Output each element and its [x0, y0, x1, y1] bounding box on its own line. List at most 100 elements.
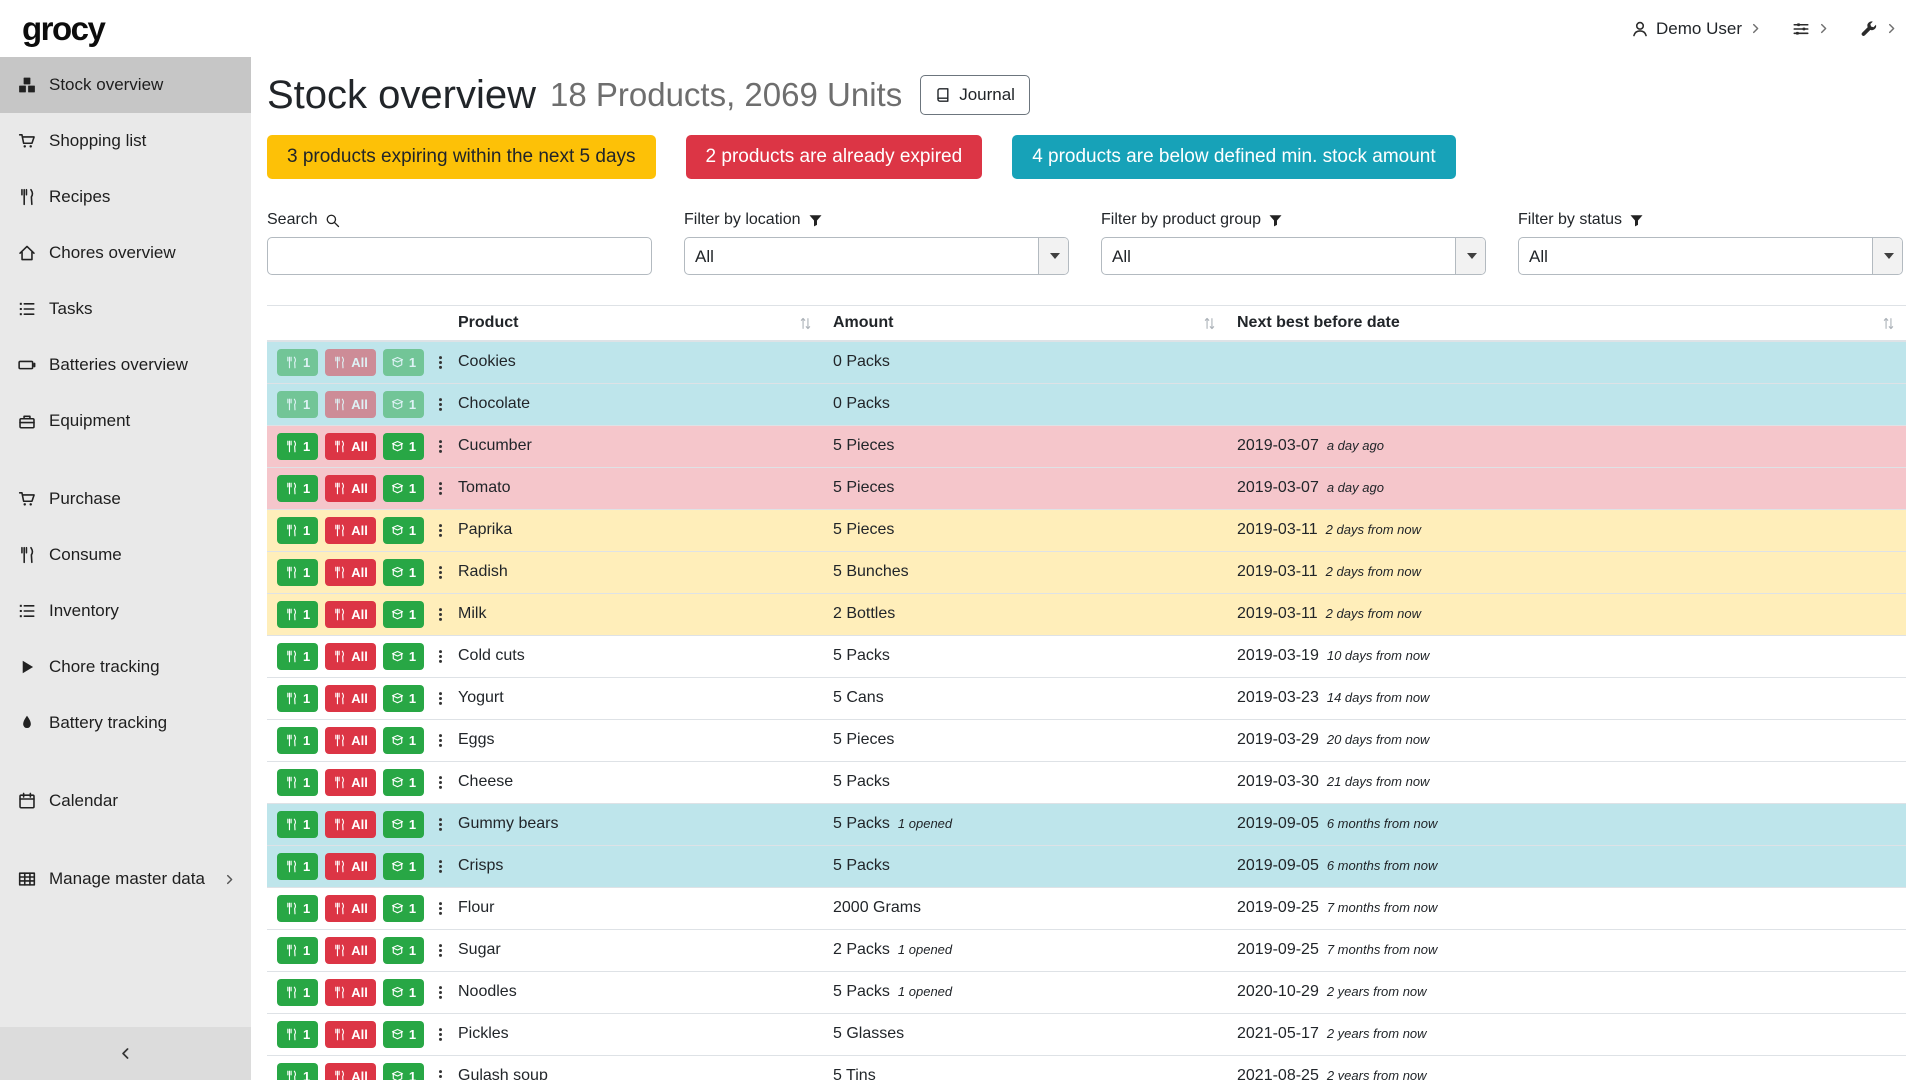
consume-one-button[interactable]: 1	[277, 685, 318, 712]
row-menu-button[interactable]	[432, 900, 449, 917]
row-menu-button[interactable]	[432, 438, 449, 455]
consume-all-button[interactable]: All	[325, 433, 376, 460]
sidebar-item-chore-tracking[interactable]: Chore tracking	[0, 639, 251, 695]
sidebar-item-inventory[interactable]: Inventory	[0, 583, 251, 639]
consume-one-button[interactable]: 1	[277, 853, 318, 880]
expiring-banner[interactable]: 3 products expiring within the next 5 da…	[267, 135, 656, 179]
sidebar-item-calendar[interactable]: Calendar	[0, 773, 251, 829]
open-one-button[interactable]: 1	[383, 517, 424, 544]
journal-button[interactable]: Journal	[920, 75, 1030, 115]
row-menu-button[interactable]	[432, 354, 449, 371]
consume-all-button[interactable]: All	[325, 685, 376, 712]
consume-all-button[interactable]: All	[325, 979, 376, 1006]
consume-one-button[interactable]: 1	[277, 559, 318, 586]
sidebar-item-recipes[interactable]: Recipes	[0, 169, 251, 225]
open-one-button[interactable]: 1	[383, 685, 424, 712]
consume-one-button[interactable]: 1	[277, 1021, 318, 1048]
consume-all-button[interactable]: All	[325, 643, 376, 670]
open-one-button[interactable]: 1	[383, 475, 424, 502]
status-filter-select[interactable]: All	[1518, 237, 1903, 275]
open-one-button[interactable]: 1	[383, 895, 424, 922]
consume-all-button[interactable]: All	[325, 811, 376, 838]
open-one-button[interactable]: 1	[383, 811, 424, 838]
consume-one-button[interactable]: 1	[277, 895, 318, 922]
admin-tools-menu[interactable]	[1860, 20, 1898, 38]
row-menu-button[interactable]	[432, 690, 449, 707]
row-menu-button[interactable]	[432, 942, 449, 959]
row-menu-button[interactable]	[432, 816, 449, 833]
sort-icon[interactable]	[798, 316, 813, 331]
location-filter-select[interactable]: All	[684, 237, 1069, 275]
open-one-button[interactable]: 1	[383, 643, 424, 670]
open-one-button[interactable]: 1	[383, 853, 424, 880]
consume-all-button[interactable]: All	[325, 559, 376, 586]
open-one-button[interactable]: 1	[383, 559, 424, 586]
consume-one-button[interactable]: 1	[277, 517, 318, 544]
settings-menu[interactable]	[1792, 20, 1830, 38]
consume-one-button[interactable]: 1	[277, 1063, 318, 1080]
sidebar-item-purchase[interactable]: Purchase	[0, 471, 251, 527]
search-input[interactable]	[267, 237, 652, 275]
open-one-button[interactable]: 1	[383, 601, 424, 628]
consume-one-button[interactable]: 1	[277, 727, 318, 754]
row-menu-button[interactable]	[432, 396, 449, 413]
sort-icon[interactable]	[1202, 316, 1217, 331]
user-menu[interactable]: Demo User	[1631, 19, 1762, 39]
row-menu-button[interactable]	[432, 606, 449, 623]
consume-all-button[interactable]: All	[325, 727, 376, 754]
consume-one-button[interactable]: 1	[277, 601, 318, 628]
consume-all-button[interactable]: All	[325, 769, 376, 796]
open-one-button[interactable]: 1	[383, 979, 424, 1006]
sort-icon[interactable]	[1881, 316, 1896, 331]
row-menu-button[interactable]	[432, 732, 449, 749]
sidebar-item-battery-tracking[interactable]: Battery tracking	[0, 695, 251, 751]
sidebar-item-stock-overview[interactable]: Stock overview	[0, 57, 251, 113]
product-group-filter-select[interactable]: All	[1101, 237, 1486, 275]
sidebar-item-batteries-overview[interactable]: Batteries overview	[0, 337, 251, 393]
open-one-button[interactable]: 1	[383, 727, 424, 754]
sidebar-item-manage-master-data[interactable]: Manage master data	[0, 851, 251, 907]
sidebar-item-chores-overview[interactable]: Chores overview	[0, 225, 251, 281]
consume-one-button[interactable]: 1	[277, 475, 318, 502]
consume-all-button[interactable]: All	[325, 601, 376, 628]
open-one-button[interactable]: 1	[383, 769, 424, 796]
column-header-next-best-before-date[interactable]: Next best before date	[1227, 306, 1906, 342]
consume-one-button[interactable]: 1	[277, 433, 318, 460]
column-header-amount[interactable]: Amount	[823, 306, 1227, 342]
open-one-button[interactable]: 1	[383, 937, 424, 964]
sidebar-item-consume[interactable]: Consume	[0, 527, 251, 583]
consume-all-button[interactable]: All	[325, 937, 376, 964]
row-menu-button[interactable]	[432, 564, 449, 581]
row-menu-button[interactable]	[432, 774, 449, 791]
consume-one-button[interactable]: 1	[277, 937, 318, 964]
row-menu-button[interactable]	[432, 1068, 449, 1080]
sidebar-item-shopping-list[interactable]: Shopping list	[0, 113, 251, 169]
row-menu-button[interactable]	[432, 1026, 449, 1043]
row-menu-button[interactable]	[432, 858, 449, 875]
consume-all-button[interactable]: All	[325, 517, 376, 544]
row-menu-button[interactable]	[432, 480, 449, 497]
consume-all-button[interactable]: All	[325, 853, 376, 880]
consume-one-button[interactable]: 1	[277, 769, 318, 796]
consume-one-button[interactable]: 1	[277, 979, 318, 1006]
consume-one-button[interactable]: 1	[277, 643, 318, 670]
sidebar-item-tasks[interactable]: Tasks	[0, 281, 251, 337]
consume-one-button[interactable]: 1	[277, 811, 318, 838]
consume-all-button[interactable]: All	[325, 1021, 376, 1048]
consume-all-button[interactable]: All	[325, 1063, 376, 1080]
row-menu-button[interactable]	[432, 648, 449, 665]
row-menu-button[interactable]	[432, 984, 449, 1001]
consume-all-button[interactable]: All	[325, 475, 376, 502]
column-header-product[interactable]: Product	[448, 306, 823, 342]
open-one-button[interactable]: 1	[383, 1063, 424, 1080]
sidebar-item-equipment[interactable]: Equipment	[0, 393, 251, 449]
open-one-button[interactable]: 1	[383, 433, 424, 460]
sidebar-collapse-button[interactable]	[0, 1027, 251, 1080]
open-one-button[interactable]: 1	[383, 1021, 424, 1048]
consume-all-button[interactable]: All	[325, 895, 376, 922]
brand-logo[interactable]: grocy	[22, 10, 104, 48]
row-menu-button[interactable]	[432, 522, 449, 539]
below-min-stock-banner[interactable]: 4 products are below defined min. stock …	[1012, 135, 1455, 179]
sidebar-item-label: Chore tracking	[49, 657, 160, 677]
expired-banner[interactable]: 2 products are already expired	[686, 135, 983, 179]
